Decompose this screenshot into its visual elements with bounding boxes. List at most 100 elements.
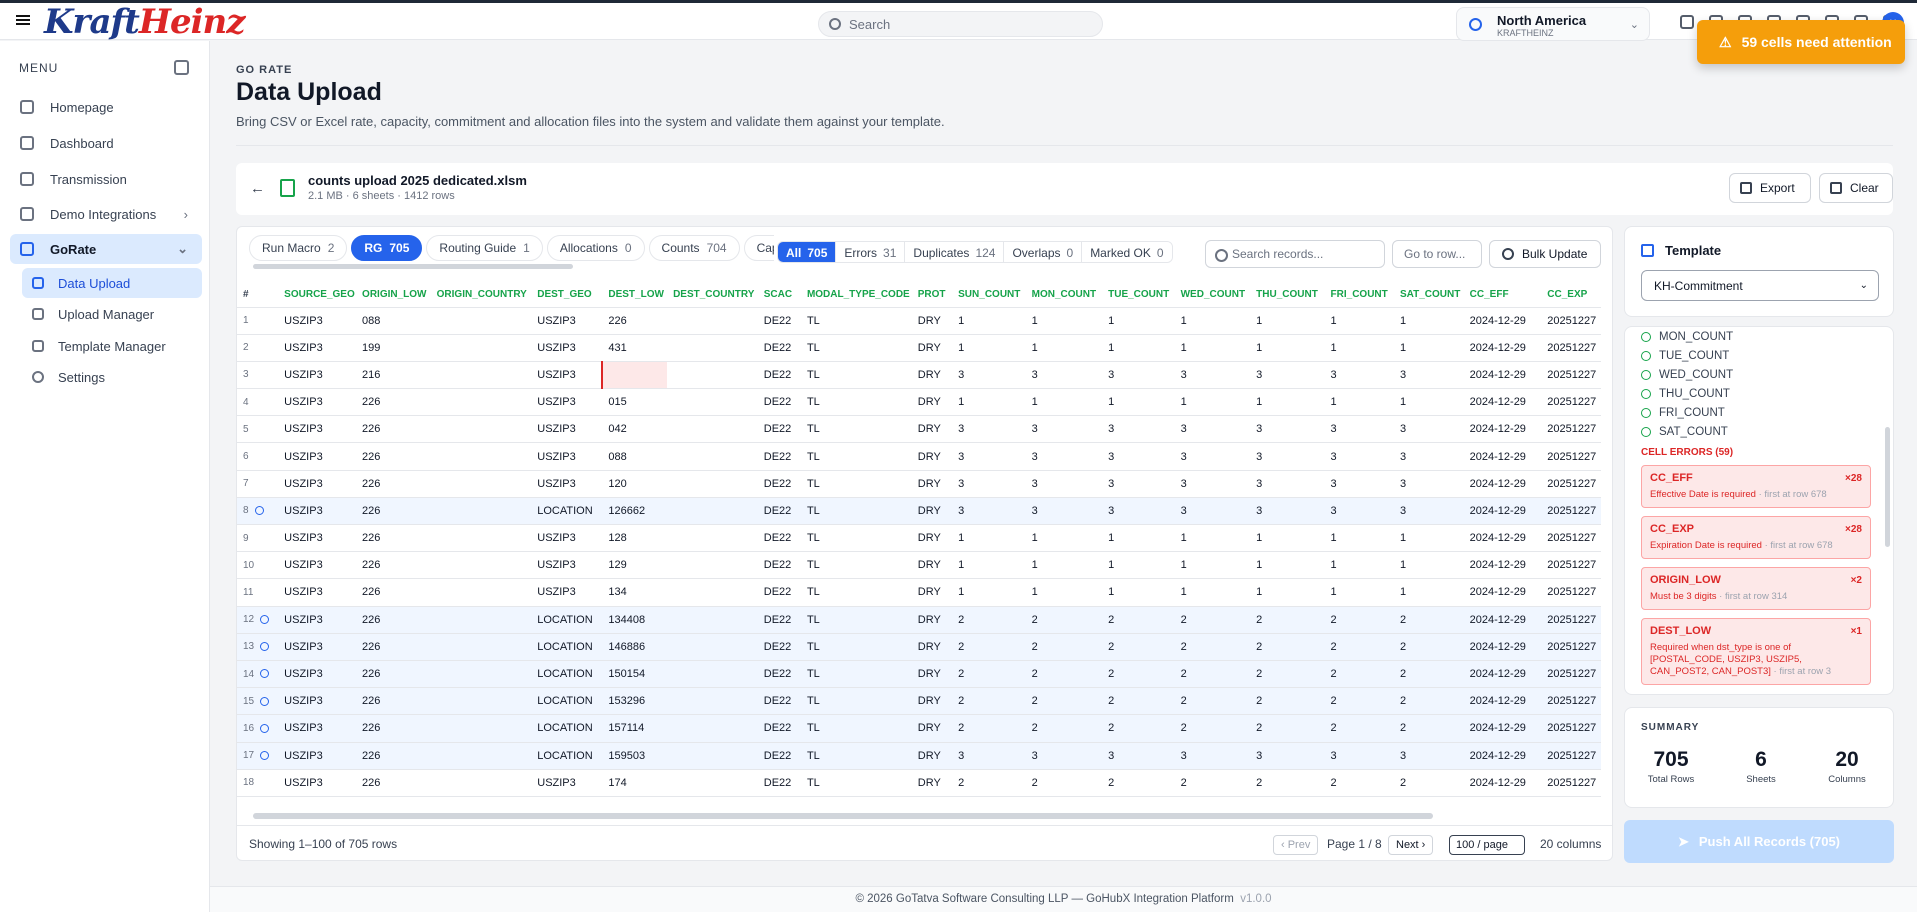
table-cell[interactable]: 20251227	[1541, 742, 1601, 770]
table-cell[interactable]: 2	[1250, 687, 1325, 716]
table-cell[interactable]: USZIP3	[531, 551, 603, 580]
column-header[interactable]: SOURCE_GEO	[278, 282, 357, 308]
table-cell[interactable]: 1	[1174, 578, 1251, 607]
table-cell[interactable]: 3	[1250, 361, 1325, 390]
column-header[interactable]: DEST_LOW	[602, 282, 668, 308]
cell-error-card[interactable]: CC_EFF ×28 Effective Date is required · fi…	[1641, 465, 1871, 508]
table-cell[interactable]: USZIP3	[278, 606, 357, 634]
table-cell[interactable]: 1	[1250, 388, 1325, 417]
table-cell[interactable]: DE22	[757, 497, 801, 526]
filters-icon[interactable]	[1680, 15, 1694, 29]
table-cell[interactable]: 226	[356, 497, 431, 526]
column-header[interactable]: PROT	[911, 282, 953, 308]
table-cell[interactable]: 159503	[602, 742, 668, 770]
global-search-input[interactable]: Search	[818, 11, 1103, 37]
table-cell[interactable]: 2	[952, 714, 1026, 743]
table-cell[interactable]	[430, 388, 532, 417]
table-cell[interactable]: 1	[1250, 578, 1325, 607]
table-cell[interactable]	[667, 687, 758, 716]
table-row[interactable]: 12 USZIP3 226 LOCATION 134408 DE22 TL DRY 2 2 2 2 2 2…	[237, 606, 1601, 634]
table-cell[interactable]: 226	[356, 524, 431, 553]
table-cell[interactable]: 3	[1174, 361, 1251, 390]
table-cell[interactable]: DRY	[911, 334, 953, 362]
table-cell[interactable]: 2024-12-29	[1463, 524, 1542, 553]
table-cell[interactable]: 2	[1102, 606, 1175, 634]
table-cell[interactable]: 174	[602, 769, 668, 797]
table-cell[interactable]: 2	[1102, 769, 1175, 797]
table-cell[interactable]: 3	[1025, 442, 1103, 471]
table-cell[interactable]	[667, 769, 758, 797]
table-cell[interactable]: 2024-12-29	[1463, 769, 1542, 797]
table-cell[interactable]: USZIP3	[531, 769, 603, 797]
table-cell[interactable]: TL	[800, 742, 912, 770]
table-cell[interactable]: 2	[1393, 687, 1464, 716]
cell-error-card[interactable]: DEST_LOW ×1 Required when dst_type is one …	[1641, 618, 1871, 685]
table-cell[interactable]: 2	[1250, 660, 1325, 689]
table-cell[interactable]	[430, 687, 532, 716]
column-header[interactable]: SCAC	[757, 282, 801, 308]
column-header[interactable]: DEST_GEO	[531, 282, 603, 308]
table-cell[interactable]: 2	[1250, 714, 1325, 743]
table-cell[interactable]: TL	[800, 687, 912, 716]
column-header[interactable]: TUE_COUNT	[1102, 282, 1175, 308]
column-header[interactable]: MON_COUNT	[1025, 282, 1103, 308]
table-cell[interactable]: DRY	[911, 442, 953, 471]
table-cell[interactable]: 1	[1393, 388, 1464, 417]
table-row[interactable]: 2 USZIP3 199 USZIP3 431 DE22 TL DRY 1 1 1 1 1 1 1 2024-…	[237, 334, 1601, 362]
table-cell[interactable]: 3	[1025, 470, 1103, 498]
table-cell[interactable]: 1	[1393, 551, 1464, 580]
table-cell[interactable]: TL	[800, 633, 912, 661]
table-cell[interactable]: USZIP3	[531, 334, 603, 362]
table-cell[interactable]: 3	[952, 415, 1026, 444]
table-cell[interactable]: USZIP3	[278, 334, 357, 362]
table-cell[interactable]: 20251227	[1541, 334, 1601, 362]
table-cell[interactable]: 226	[356, 470, 431, 498]
table-cell[interactable]: 2	[952, 660, 1026, 689]
table-cell[interactable]: USZIP3	[531, 578, 603, 607]
filter-errors[interactable]: Errors 31	[836, 242, 906, 262]
table-cell[interactable]: 226	[356, 578, 431, 607]
table-cell[interactable]: USZIP3	[531, 442, 603, 471]
table-cell[interactable]: 3	[1250, 497, 1325, 526]
table-cell[interactable]: USZIP3	[278, 388, 357, 417]
table-cell[interactable]: 1	[1025, 578, 1103, 607]
table-cell[interactable]	[667, 606, 758, 634]
table-cell[interactable]: 226	[356, 714, 431, 743]
table-cell[interactable]: 3	[1324, 470, 1394, 498]
table-cell[interactable]	[667, 551, 758, 580]
table-cell[interactable]: 3	[1250, 415, 1325, 444]
table-cell[interactable]: 1	[1393, 524, 1464, 553]
table-cell[interactable]: 2024-12-29	[1463, 660, 1542, 689]
column-header[interactable]: SAT_COUNT	[1393, 282, 1464, 308]
table-cell[interactable]: 3	[1324, 415, 1394, 444]
table-cell[interactable]: 3	[1393, 470, 1464, 498]
table-cell[interactable]: 1	[1102, 524, 1175, 553]
table-cell[interactable]: DRY	[911, 633, 953, 661]
table-cell[interactable]: 20251227	[1541, 660, 1601, 689]
table-cell[interactable]: 2	[1174, 633, 1251, 661]
table-cell[interactable]	[667, 497, 758, 526]
table-cell[interactable]: 216	[356, 361, 431, 390]
marked-row-icon[interactable]	[260, 750, 270, 760]
table-cell[interactable]: DRY	[911, 470, 953, 498]
table-cell[interactable]: 3	[1025, 415, 1103, 444]
table-cell[interactable]: 2	[952, 633, 1026, 661]
table-cell[interactable]: 3	[952, 497, 1026, 526]
sidebar-item-upload-manager[interactable]: Upload Manager	[22, 299, 202, 329]
validation-scrollbar[interactable]	[1885, 427, 1890, 547]
table-cell[interactable]: 134408	[602, 606, 668, 634]
table-cell[interactable]: 2	[1174, 606, 1251, 634]
table-cell[interactable]: 1	[1324, 524, 1394, 553]
table-cell[interactable]: 2	[1102, 633, 1175, 661]
filter-duplicates[interactable]: Duplicates 124	[905, 242, 1005, 262]
table-cell[interactable]: 3	[1250, 442, 1325, 471]
table-row[interactable]: 8 USZIP3 226 LOCATION 126662 DE22 TL DRY 3 3 3 3 3 3 3…	[237, 497, 1601, 526]
sidebar-item-homepage[interactable]: Homepage	[10, 92, 202, 122]
sidebar-item-settings[interactable]: Settings	[22, 362, 202, 392]
table-cell[interactable]: USZIP3	[278, 578, 357, 607]
table-cell[interactable]: LOCATION	[531, 687, 603, 716]
table-cell[interactable]: DRY	[911, 524, 953, 553]
table-cell[interactable]: LOCATION	[531, 660, 603, 689]
table-cell[interactable]: 1	[952, 388, 1026, 417]
table-cell[interactable]: 2024-12-29	[1463, 742, 1542, 770]
